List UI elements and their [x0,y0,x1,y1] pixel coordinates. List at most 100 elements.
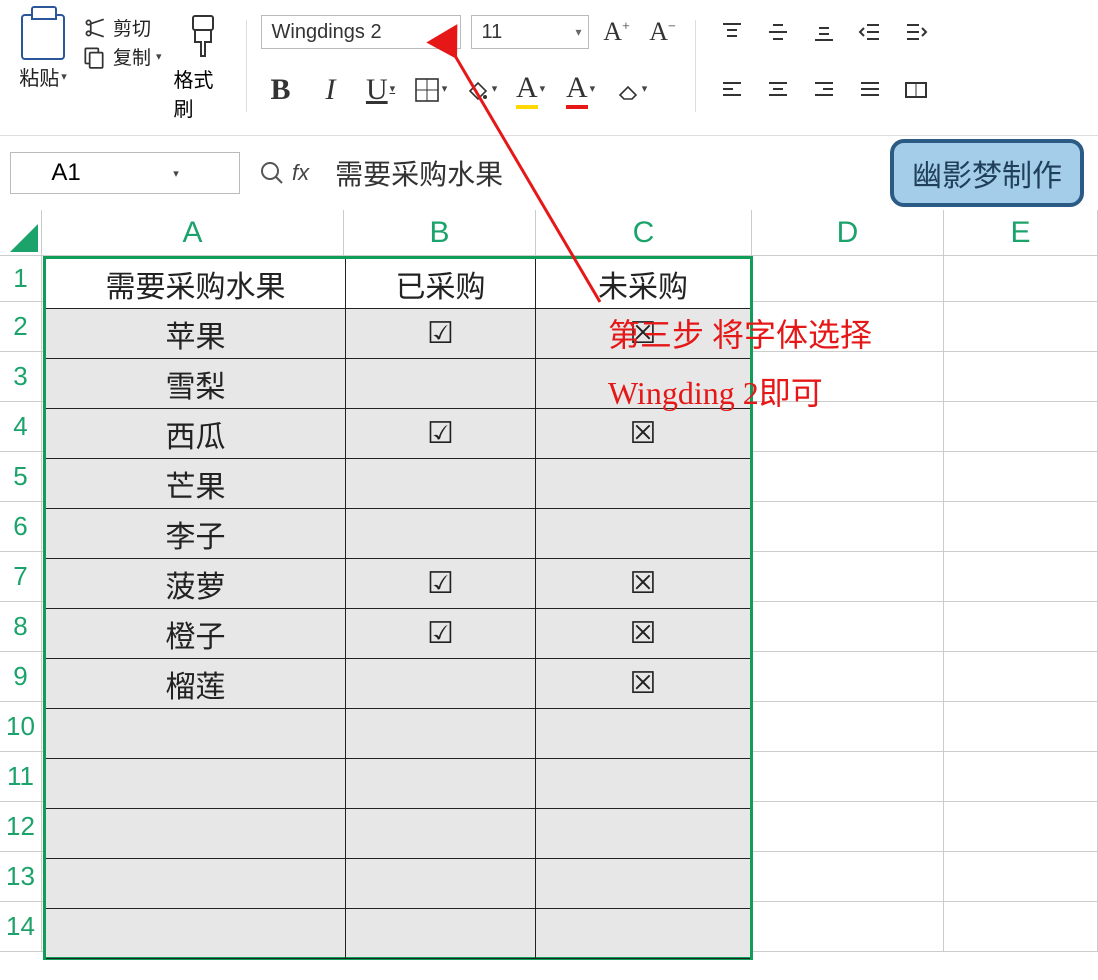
cell-D11[interactable] [752,752,944,802]
cell-B7[interactable] [344,552,536,602]
cell-D1[interactable] [752,256,944,302]
cell-E11[interactable] [944,752,1098,802]
cell-E6[interactable] [944,502,1098,552]
cell-D12[interactable] [752,802,944,852]
cell-A7[interactable] [42,552,344,602]
cell-B13[interactable] [344,852,536,902]
row-header[interactable]: 14 [0,902,42,952]
align-right-button[interactable] [806,72,842,108]
cell-D5[interactable] [752,452,944,502]
align-middle-button[interactable] [760,14,796,50]
paste-button[interactable]: 粘贴 ▾ [14,14,72,91]
cell-C14[interactable] [536,902,752,952]
cell-A1[interactable] [42,256,344,302]
cell-E12[interactable] [944,802,1098,852]
cell-A14[interactable] [42,902,344,952]
cell-C12[interactable] [536,802,752,852]
cell-C9[interactable] [536,652,752,702]
cell-E8[interactable] [944,602,1098,652]
column-header-B[interactable]: B [344,210,536,256]
cell-C10[interactable] [536,702,752,752]
cell-D10[interactable] [752,702,944,752]
column-header-D[interactable]: D [752,210,944,256]
cell-C5[interactable] [536,452,752,502]
cell-B12[interactable] [344,802,536,852]
cell-E5[interactable] [944,452,1098,502]
increase-indent-button[interactable] [898,14,934,50]
justify-button[interactable] [852,72,888,108]
underline-button[interactable]: U▾ [361,70,401,110]
cell-E13[interactable] [944,852,1098,902]
cell-E3[interactable] [944,352,1098,402]
name-box[interactable]: A1 ▾ [10,152,240,194]
borders-button[interactable]: ▾ [411,70,451,110]
cell-A13[interactable] [42,852,344,902]
row-header[interactable]: 2 [0,302,42,352]
cell-A11[interactable] [42,752,344,802]
font-name-combo[interactable]: Wingdings 2 ▾ [261,15,461,49]
row-header[interactable]: 13 [0,852,42,902]
highlight-button[interactable]: A ▾ [511,70,551,110]
cell-B9[interactable] [344,652,536,702]
cell-E10[interactable] [944,702,1098,752]
cell-C13[interactable] [536,852,752,902]
column-header-C[interactable]: C [536,210,752,256]
cell-B8[interactable] [344,602,536,652]
row-header[interactable]: 6 [0,502,42,552]
cell-B1[interactable] [344,256,536,302]
cell-A6[interactable] [42,502,344,552]
cell-C7[interactable] [536,552,752,602]
align-left-button[interactable] [714,72,750,108]
eraser-button[interactable]: ▾ [611,70,651,110]
row-header[interactable]: 3 [0,352,42,402]
cell-A9[interactable] [42,652,344,702]
increase-font-button[interactable]: A+ [599,14,635,50]
row-header[interactable]: 1 [0,256,42,302]
column-header-E[interactable]: E [944,210,1098,256]
cell-E2[interactable] [944,302,1098,352]
row-header[interactable]: 12 [0,802,42,852]
cell-A2[interactable] [42,302,344,352]
cell-E9[interactable] [944,652,1098,702]
cell-E1[interactable] [944,256,1098,302]
merge-cells-button[interactable] [898,72,934,108]
row-header[interactable]: 4 [0,402,42,452]
cell-D6[interactable] [752,502,944,552]
row-header[interactable]: 7 [0,552,42,602]
row-header[interactable]: 9 [0,652,42,702]
font-size-combo[interactable]: 11 ▾ [471,15,589,49]
formula-input[interactable]: 需要采购水果 [327,152,627,194]
cell-A12[interactable] [42,802,344,852]
cell-B14[interactable] [344,902,536,952]
zoom-icon[interactable] [258,159,286,187]
cell-C11[interactable] [536,752,752,802]
cell-B11[interactable] [344,752,536,802]
cell-B4[interactable] [344,402,536,452]
cell-E4[interactable] [944,402,1098,452]
fx-button[interactable]: fx [292,160,309,186]
cell-B5[interactable] [344,452,536,502]
cell-E7[interactable] [944,552,1098,602]
row-header[interactable]: 10 [0,702,42,752]
copy-button[interactable]: 复制 ▾ [80,43,162,70]
bold-button[interactable]: B [261,70,301,110]
cell-A5[interactable] [42,452,344,502]
format-painter-button[interactable]: 格式刷 [174,14,232,122]
cell-C1[interactable] [536,256,752,302]
column-header-A[interactable]: A [42,210,344,256]
cell-B6[interactable] [344,502,536,552]
align-bottom-button[interactable] [806,14,842,50]
align-top-button[interactable] [714,14,750,50]
row-header[interactable]: 8 [0,602,42,652]
cell-B10[interactable] [344,702,536,752]
cell-D7[interactable] [752,552,944,602]
cell-C8[interactable] [536,602,752,652]
cell-B2[interactable] [344,302,536,352]
cell-D8[interactable] [752,602,944,652]
decrease-indent-button[interactable] [852,14,888,50]
select-all-corner[interactable] [0,210,42,256]
cell-A10[interactable] [42,702,344,752]
cell-C6[interactable] [536,502,752,552]
decrease-font-button[interactable]: A− [645,14,681,50]
cell-A4[interactable] [42,402,344,452]
